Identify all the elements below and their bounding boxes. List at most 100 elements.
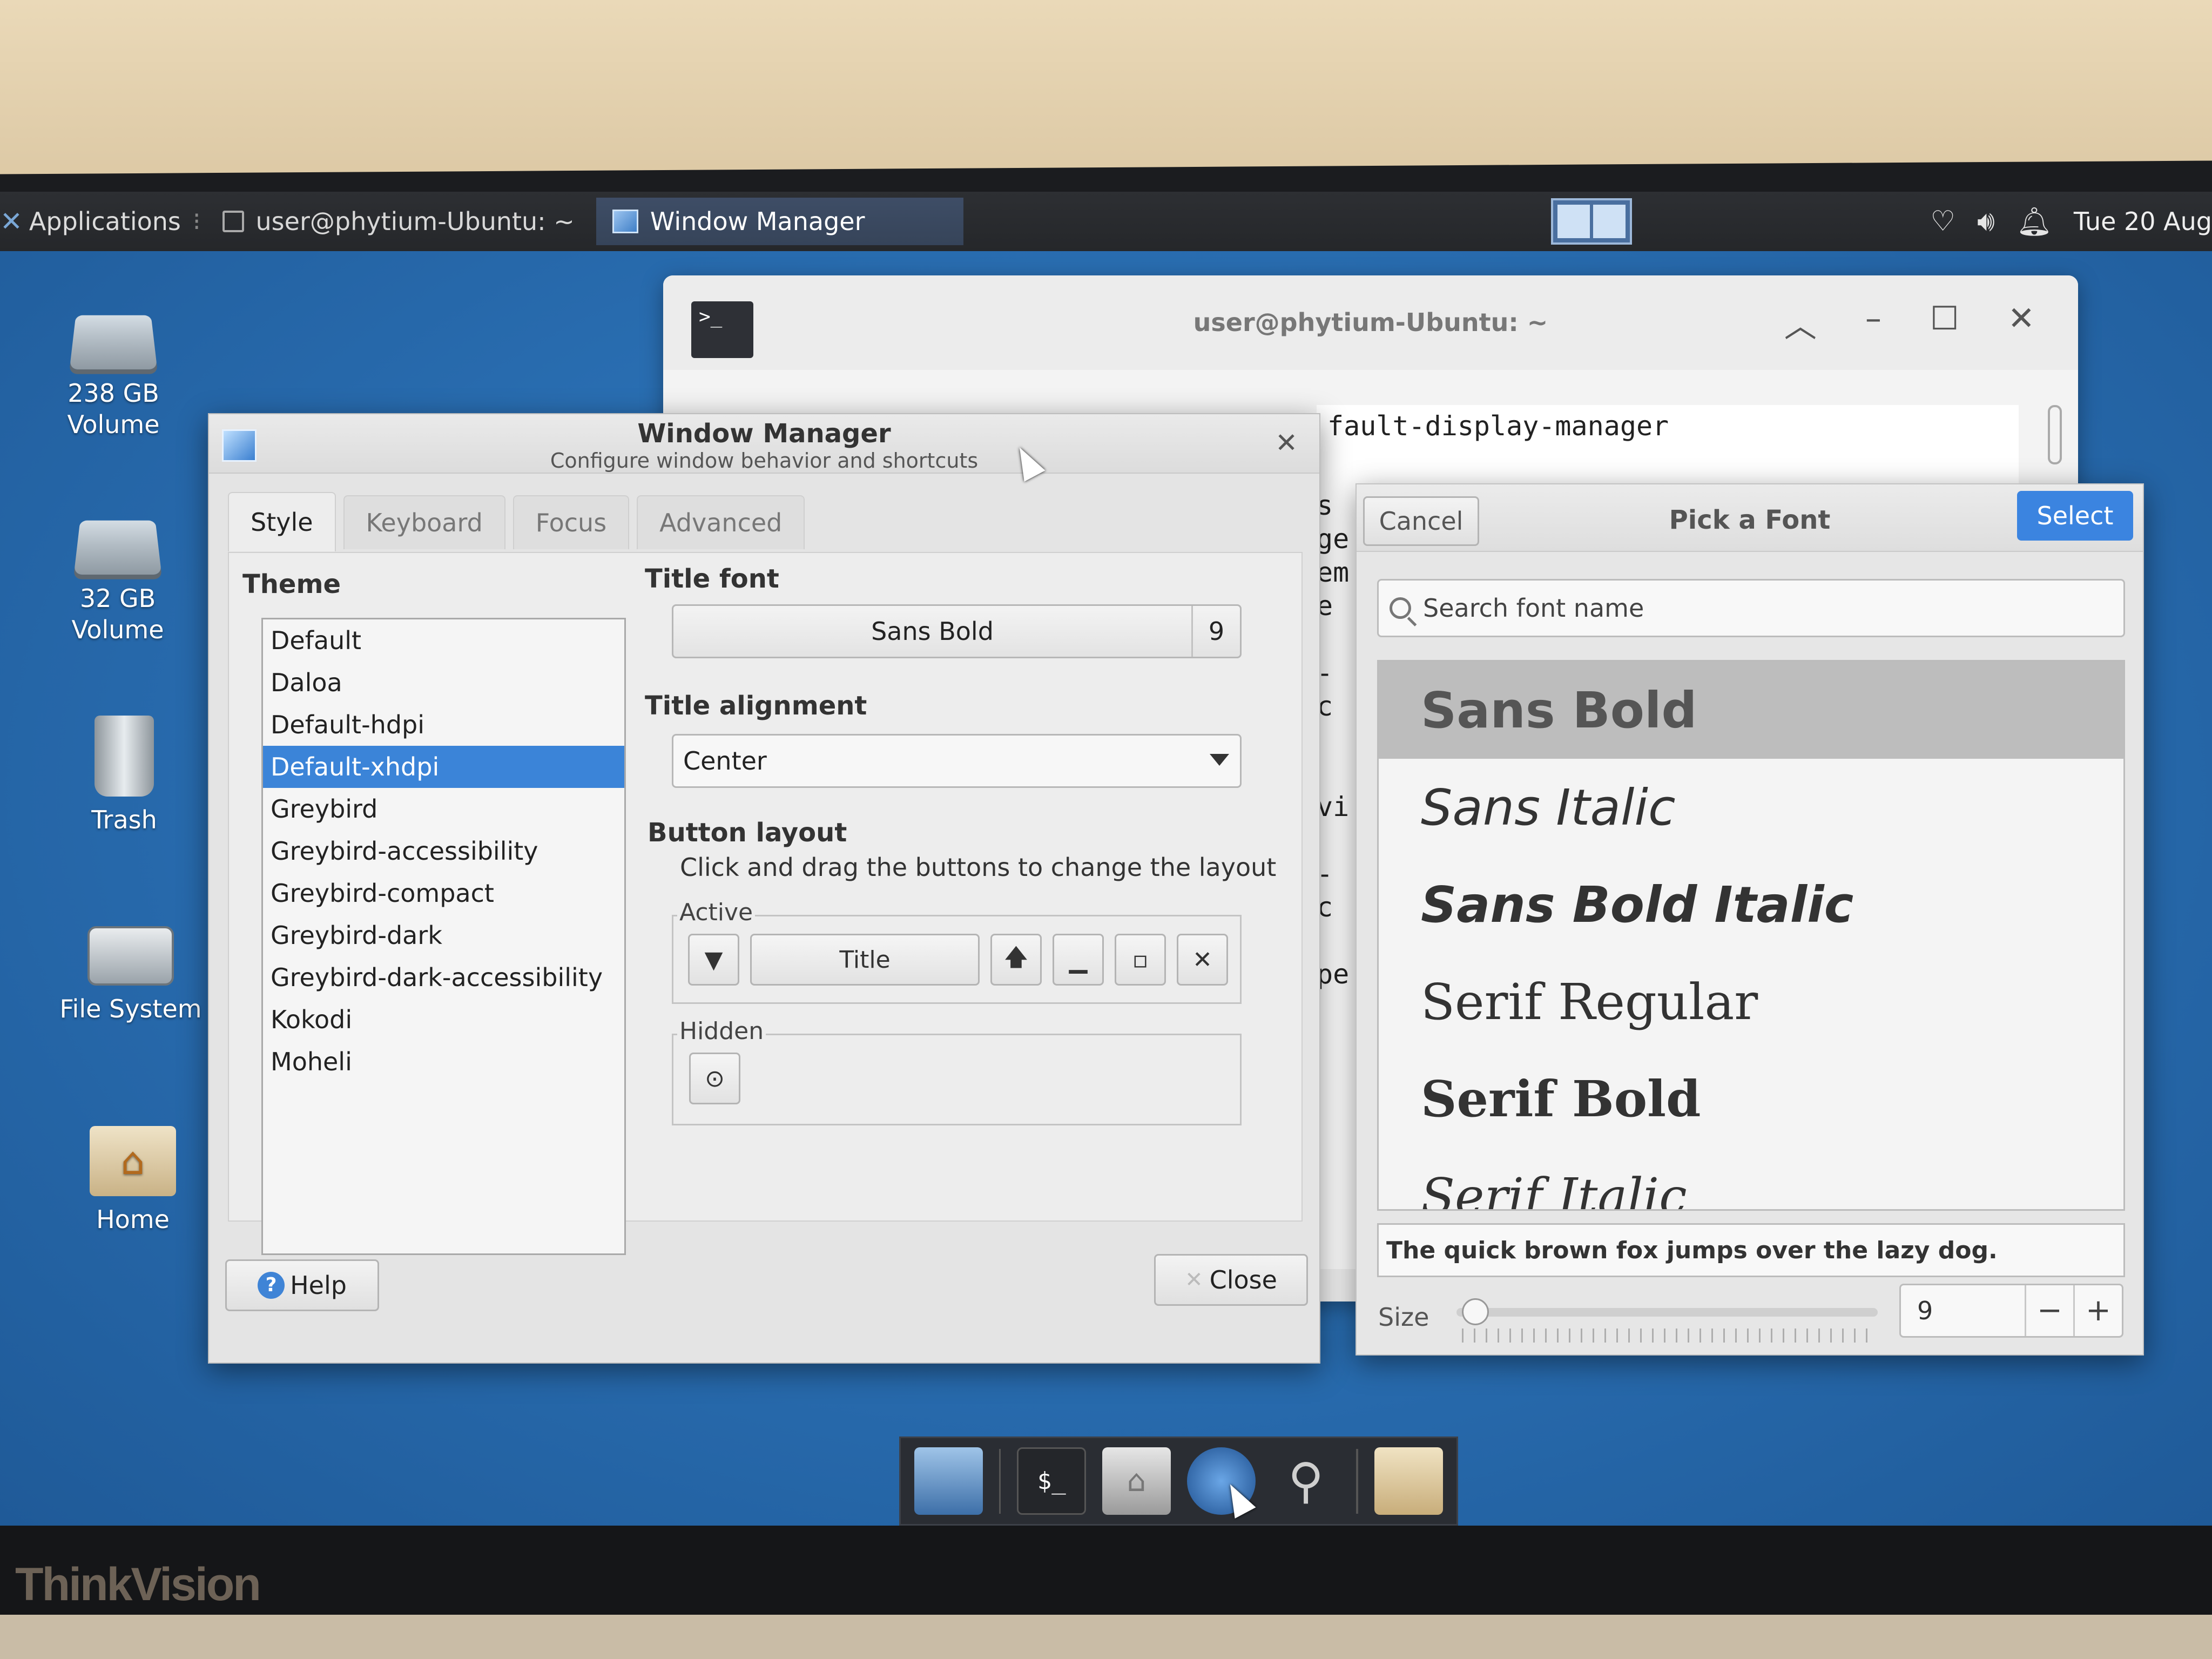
tab-bar: Style Keyboard Focus Advanced [228,492,805,551]
button-layout-hint: Click and drag the buttons to change the… [680,853,1277,882]
panel-separator: ⁝ [192,207,201,236]
dialog-subtitle: Configure window behavior and shortcuts [550,449,979,473]
chevron-down-icon [1210,754,1229,766]
font-search-input[interactable]: Search font name [1377,579,2125,637]
font-list-item-selected[interactable]: Sans Bold [1379,662,2123,759]
close-icon[interactable]: ✕ [1275,427,1298,458]
desktop-icon-label: Home [96,1205,170,1234]
list-item[interactable]: Kokodi [263,999,624,1041]
tab-style[interactable]: Style [228,492,336,551]
title-font-label: Title font [645,564,779,594]
desktop-icon-32gb-volume[interactable]: 32 GB Volume [37,516,199,645]
close-icon[interactable]: ✕ [2008,300,2035,347]
font-picker-dialog[interactable]: Cancel Pick a Font Select Search font na… [1355,483,2144,1355]
wifi-icon[interactable]: ♡ [1930,205,1955,238]
list-item[interactable]: Greybird [263,788,624,830]
font-list-item[interactable]: Serif Italic [1379,1148,2123,1210]
size-spinbutton[interactable]: 9 − + [1899,1284,2123,1338]
desktop-icon-238gb-volume[interactable]: 238 GB Volume [32,311,194,440]
drive-icon [69,315,158,370]
list-item[interactable]: Greybird-compact [263,872,624,914]
desktop-icon-home[interactable]: Home [52,1126,214,1235]
list-item[interactable]: Moheli [263,1041,624,1083]
desktop-icon-label: File System [59,994,202,1023]
title-font-name: Sans Bold [871,617,994,646]
tab-keyboard[interactable]: Keyboard [343,495,505,549]
size-slider[interactable] [1456,1308,1878,1317]
desktop-icon-label: 32 GB Volume [71,584,164,644]
font-list-item[interactable]: Sans Italic [1379,759,2123,856]
trash-icon [95,716,154,797]
minimize-icon[interactable]: – [1865,300,1881,347]
hidden-buttons-area[interactable] [672,1034,1242,1125]
terminal-scrollbar[interactable] [2048,405,2062,464]
menu-button[interactable]: ▼ [688,934,739,986]
font-list-item[interactable]: Serif Bold [1379,1050,2123,1148]
minimize-button[interactable]: ▁ [1053,934,1104,986]
title-font-button[interactable]: Sans Bold 9 [672,604,1242,658]
search-icon [1390,597,1411,619]
font-list-item[interactable]: Sans Bold Italic [1379,856,2123,953]
help-icon: ? [258,1272,285,1299]
help-button[interactable]: ? Help [225,1259,379,1311]
window-manager-task-icon [612,210,638,233]
maximize-button[interactable]: ▫ [1115,934,1166,986]
chevron-up-icon[interactable]: ︿ [1784,300,1817,347]
increment-button[interactable]: + [2073,1285,2122,1336]
list-item[interactable]: Greybird-dark [263,914,624,956]
shade-button[interactable]: 🡅 [990,934,1042,986]
size-slider-handle[interactable] [1462,1298,1489,1325]
close-button[interactable]: ✕ Close [1154,1254,1308,1306]
volume-icon[interactable]: 🔊︎ [1977,205,1995,238]
list-item[interactable]: Greybird-accessibility [263,830,624,872]
search-placeholder: Search font name [1423,594,1644,623]
terminal-launcher-icon[interactable]: $_ [1017,1447,1086,1515]
dock: $_ ⌂ ⚲ [899,1437,1458,1526]
close-layout-button[interactable]: ✕ [1177,934,1228,986]
close-icon: ✕ [1185,1267,1203,1292]
tab-focus[interactable]: Focus [512,495,630,549]
terminal-line: fault-display-manager [1327,410,1669,442]
list-item[interactable]: Greybird-dark-accessibility [263,956,624,999]
taskbar-item-window-manager[interactable]: Window Manager [596,198,963,245]
size-value[interactable]: 9 [1901,1296,2025,1325]
home-folder-launcher-icon[interactable]: ⌂ [1102,1447,1171,1515]
maximize-icon[interactable]: ☐ [1930,300,1959,347]
terminal-titlebar[interactable]: >_ user@phytium-Ubuntu: ~ ︿ – ☐ ✕ [663,275,2078,370]
title-layout-button[interactable]: Title [750,934,980,986]
window-manager-dialog[interactable]: Window Manager Configure window behavior… [208,413,1320,1364]
search-icon[interactable]: ⚲ [1272,1447,1340,1515]
font-list[interactable]: Sans Bold Sans Italic Sans Bold Italic S… [1377,660,2125,1211]
list-item-selected[interactable]: Default-xhdpi [263,746,624,788]
dialog-titlebar[interactable]: Window Manager Configure window behavior… [209,414,1319,474]
taskbar-item-terminal[interactable]: user@phytium-Ubuntu: ~ [206,198,591,245]
workspace-switcher[interactable] [1551,198,1632,245]
desktop-icon-file-system[interactable]: File System [50,926,212,1024]
home-folder-icon [90,1126,176,1196]
tab-advanced[interactable]: Advanced [637,495,805,549]
top-panel: ✕ Applications ⁝ user@phytium-Ubuntu: ~ … [0,192,2212,251]
terminal-line: s [1317,490,1333,521]
desktop-icon-trash[interactable]: Trash [43,716,205,835]
hidden-label: Hidden [677,1017,766,1045]
dock-separator [1356,1448,1359,1514]
select-button[interactable]: Select [2017,491,2133,541]
font-list-item[interactable]: Serif Regular [1379,953,2123,1050]
title-alignment-select[interactable]: Center [672,734,1242,788]
clock[interactable]: Tue 20 Aug [2074,207,2212,236]
applications-menu[interactable]: ✕ Applications ⁝ [0,206,206,237]
triangle-down-icon: ▼ [704,946,723,974]
list-item[interactable]: Default [263,619,624,662]
stick-button[interactable]: ⊙ [689,1053,740,1104]
folder-launcher-icon[interactable] [1374,1447,1443,1515]
font-preview[interactable]: The quick brown fox jumps over the lazy … [1377,1223,2125,1277]
notification-bell-icon[interactable]: 🔔︎ [2017,205,2052,238]
theme-list[interactable]: Default Daloa Default-hdpi Default-xhdpi… [261,618,626,1255]
list-item[interactable]: Daloa [263,662,624,704]
decrement-button[interactable]: − [2025,1285,2073,1336]
list-item[interactable]: Default-hdpi [263,704,624,746]
terminal-line: -c [1317,858,1333,923]
arrow-up-icon: 🡅 [1003,943,1029,971]
show-desktop-icon[interactable] [914,1447,983,1515]
